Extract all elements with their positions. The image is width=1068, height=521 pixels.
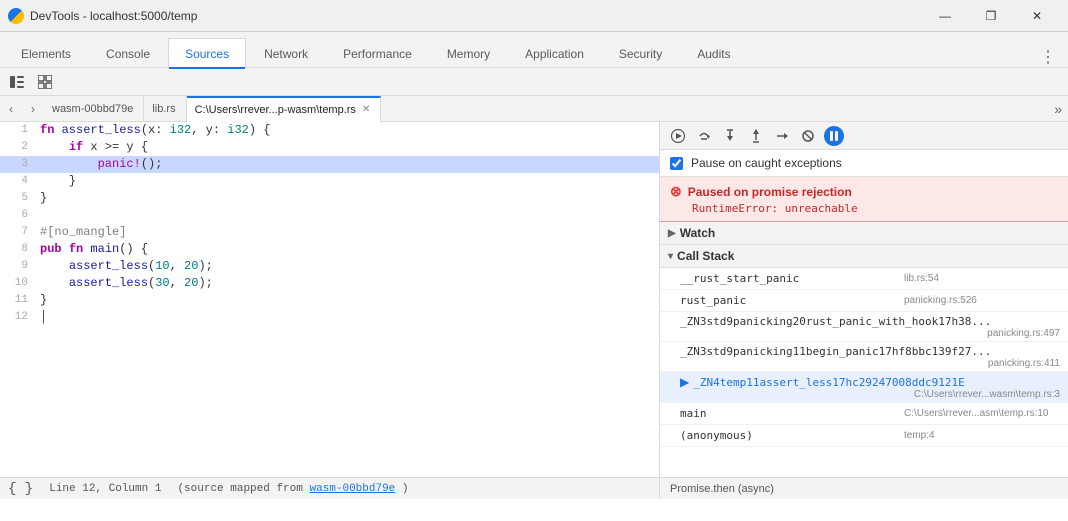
callstack-item-1[interactable]: rust_panic panicking.rs:526 <box>660 290 1068 312</box>
step-icon <box>775 129 789 143</box>
watch-section-header[interactable]: ▶ Watch <box>660 222 1068 245</box>
callstack-item-6[interactable]: (anonymous) temp:4 <box>660 425 1068 447</box>
step-out-icon <box>749 129 763 143</box>
main-content: 1 fn assert_less(x: i32, y: i32) { 2 if … <box>0 122 1068 499</box>
deactivate-button[interactable] <box>798 126 818 146</box>
pages-icon <box>38 75 52 89</box>
callstack-current-arrow-icon: ▶ <box>680 375 689 389</box>
deactivate-icon <box>801 129 815 143</box>
file-tree-toggle[interactable] <box>4 71 30 93</box>
filetab-temp-rs[interactable]: C:\Users\rrever...p-wasm\temp.rs ✕ <box>187 96 382 122</box>
debug-toolbar <box>660 122 1068 150</box>
filetab-nav-forward[interactable]: › <box>22 96 44 122</box>
tab-memory[interactable]: Memory <box>430 38 507 68</box>
pause-caught-label: Pause on caught exceptions <box>691 156 842 170</box>
code-lines: 1 fn assert_less(x: i32, y: i32) { 2 if … <box>0 122 659 499</box>
tab-performance[interactable]: Performance <box>326 38 429 68</box>
watch-label: Watch <box>680 226 716 240</box>
step-over-icon <box>697 129 711 143</box>
status-bar: { } Line 12, Column 1 (source mapped fro… <box>0 477 660 499</box>
error-icon: ⊗ <box>670 183 682 200</box>
code-editor[interactable]: 1 fn assert_less(x: i32, y: i32) { 2 if … <box>0 122 660 499</box>
error-title-row: ⊗ Paused on promise rejection <box>670 183 1058 200</box>
callstack-item-3[interactable]: _ZN3std9panicking11begin_panic17hf8bbc13… <box>660 342 1068 372</box>
filetab-temp-rs-label: C:\Users\rrever...p-wasm\temp.rs <box>195 104 356 116</box>
tab-audits[interactable]: Audits <box>680 38 747 68</box>
cursor-position: Line 12, Column 1 <box>49 483 161 495</box>
callstack-item-4[interactable]: ▶ _ZN4temp11assert_less17hc29247008ddc91… <box>660 372 1068 403</box>
code-line-8: 8 pub fn main() { <box>0 241 659 258</box>
code-line-3: 3 panic!(); <box>0 156 659 173</box>
pages-toggle[interactable] <box>32 71 58 93</box>
devtools-logo <box>8 8 24 24</box>
source-map-text: (source mapped from wasm-00bbd79e ) <box>177 483 408 495</box>
filetab-close-icon[interactable]: ✕ <box>362 104 370 115</box>
filetab-nav-back[interactable]: ‹ <box>0 96 22 122</box>
promise-then-text: Promise.then (async) <box>670 483 774 495</box>
code-line-12: 12 │ <box>0 309 659 326</box>
pause-caught-row: Pause on caught exceptions <box>660 150 1068 177</box>
code-line-11: 11 } <box>0 292 659 309</box>
filetab-overflow[interactable]: » <box>1048 101 1068 117</box>
step-into-icon <box>723 129 737 143</box>
tab-sources[interactable]: Sources <box>168 38 246 68</box>
file-tabs: ‹ › wasm-00bbd79e lib.rs C:\Users\rrever… <box>0 96 1068 122</box>
callstack-item-0[interactable]: __rust_start_panic lib.rs:54 <box>660 268 1068 290</box>
sources-toolbar <box>0 68 1068 96</box>
watch-chevron-icon: ▶ <box>668 228 676 239</box>
window-title: DevTools - localhost:5000/temp <box>30 9 922 23</box>
step-into-button[interactable] <box>720 126 740 146</box>
window-controls: — ❐ ✕ <box>922 0 1060 32</box>
tab-security[interactable]: Security <box>602 38 679 68</box>
cursor-icon: { } <box>8 481 33 497</box>
minimize-button[interactable]: — <box>922 0 968 32</box>
callstack-chevron-icon: ▾ <box>668 251 673 262</box>
code-line-2: 2 if x >= y { <box>0 139 659 156</box>
callstack-item-5[interactable]: main C:\Users\rrever...asm\temp.rs:10 <box>660 403 1068 425</box>
filetab-lib-rs[interactable]: lib.rs <box>144 96 186 122</box>
right-panel: Pause on caught exceptions ⊗ Paused on p… <box>660 122 1068 499</box>
tab-application[interactable]: Application <box>508 38 601 68</box>
step-out-button[interactable] <box>746 126 766 146</box>
pause-async-icon <box>828 130 840 142</box>
code-line-9: 9 assert_less(10, 20); <box>0 258 659 275</box>
promise-then-banner: Promise.then (async) <box>660 477 1068 499</box>
source-map-link[interactable]: wasm-00bbd79e <box>309 483 395 495</box>
error-detail-text: RuntimeError: unreachable <box>670 202 1058 215</box>
tab-elements[interactable]: Elements <box>4 38 88 68</box>
code-line-7: 7 #[no_mangle] <box>0 224 659 241</box>
maximize-button[interactable]: ❐ <box>968 0 1014 32</box>
tab-console[interactable]: Console <box>89 38 167 68</box>
step-button[interactable] <box>772 126 792 146</box>
step-over-button[interactable] <box>694 126 714 146</box>
callstack-label: Call Stack <box>677 249 734 263</box>
code-line-4: 4 } <box>0 173 659 190</box>
error-title-text: Paused on promise rejection <box>688 185 852 199</box>
callstack-section-header[interactable]: ▾ Call Stack <box>660 245 1068 268</box>
code-line-5: 5 } <box>0 190 659 207</box>
pause-caught-checkbox[interactable] <box>670 157 683 170</box>
callstack-item-2[interactable]: _ZN3std9panicking20rust_panic_with_hook1… <box>660 312 1068 342</box>
titlebar: DevTools - localhost:5000/temp — ❐ ✕ <box>0 0 1068 32</box>
right-panel-content[interactable]: Pause on caught exceptions ⊗ Paused on p… <box>660 150 1068 499</box>
pause-async-button[interactable] <box>824 126 844 146</box>
close-button[interactable]: ✕ <box>1014 0 1060 32</box>
tab-network[interactable]: Network <box>247 38 325 68</box>
tab-more-icon[interactable]: ⋮ <box>1028 47 1068 67</box>
code-line-10: 10 assert_less(30, 20); <box>0 275 659 292</box>
code-line-1: 1 fn assert_less(x: i32, y: i32) { <box>0 122 659 139</box>
resume-icon <box>671 129 685 143</box>
code-line-6: 6 <box>0 207 659 224</box>
tab-bar: Elements Console Sources Network Perform… <box>0 32 1068 68</box>
panel-icon <box>10 76 24 88</box>
error-banner: ⊗ Paused on promise rejection RuntimeErr… <box>660 177 1068 222</box>
resume-button[interactable] <box>668 126 688 146</box>
filetab-wasm[interactable]: wasm-00bbd79e <box>44 96 144 122</box>
